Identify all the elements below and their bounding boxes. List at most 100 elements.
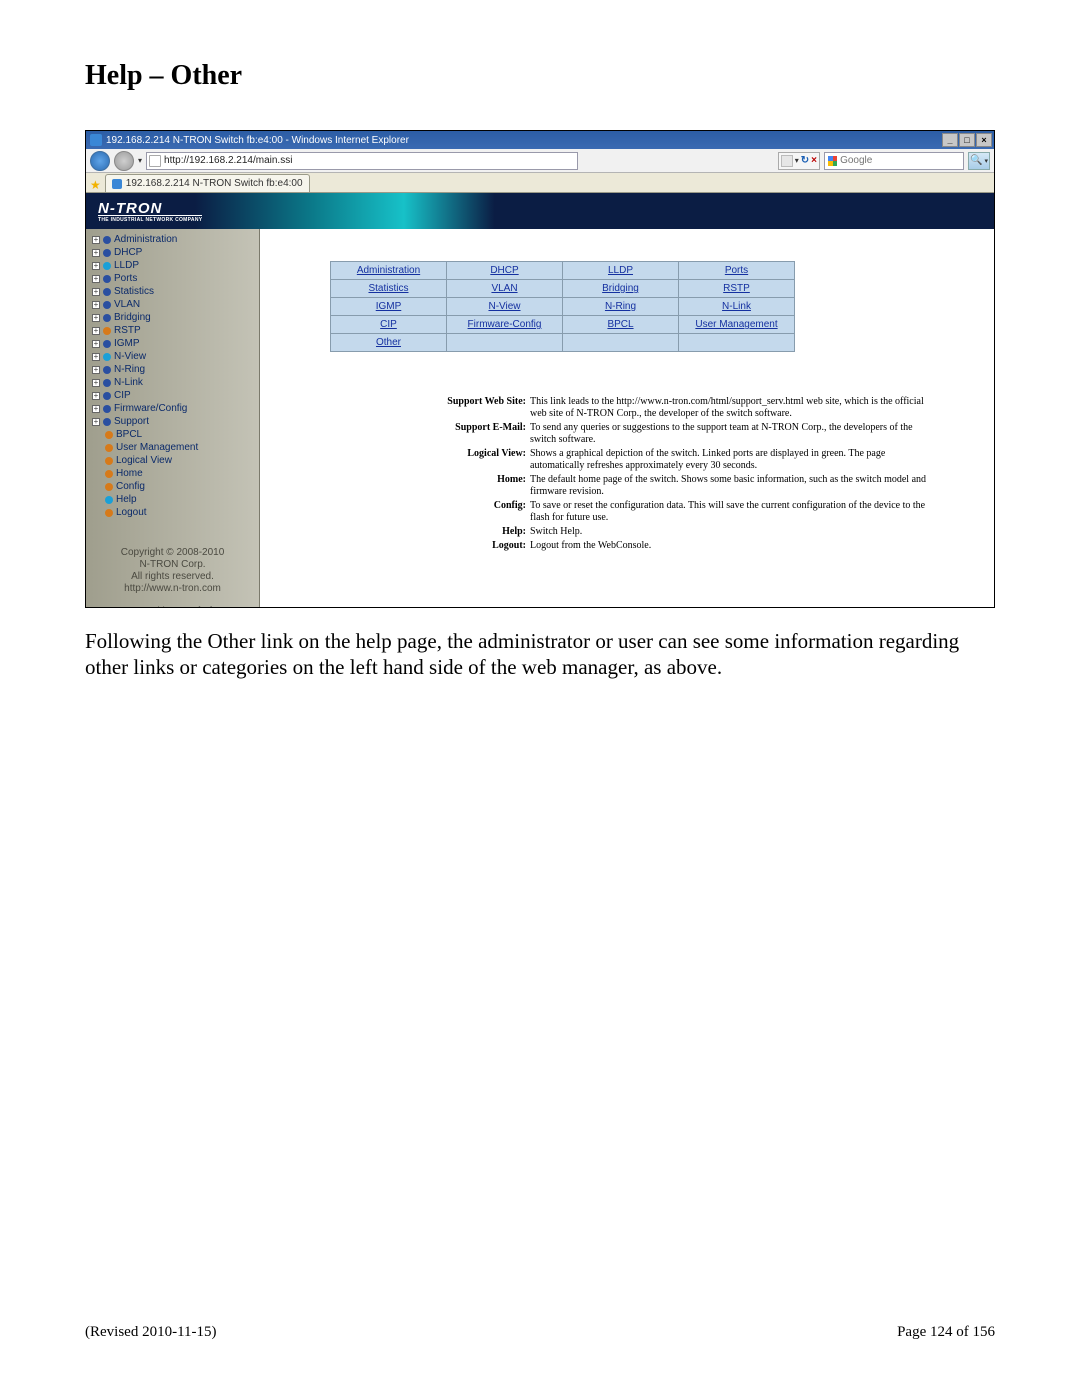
- page-icon: [149, 155, 161, 167]
- sidebar-item-n-ring[interactable]: + N-Ring: [92, 363, 253, 376]
- sidebar-item-rstp[interactable]: +RSTP: [92, 324, 253, 337]
- address-bar[interactable]: http://192.168.2.214/main.ssi: [146, 152, 578, 170]
- sidebar-item-bpcl[interactable]: BPCL: [92, 428, 253, 441]
- address-dropdown-icon[interactable]: ▾: [795, 156, 799, 165]
- expand-icon[interactable]: +: [92, 249, 100, 257]
- definition-term: Logout:: [430, 540, 530, 552]
- grid-link[interactable]: Firmware-Config: [468, 319, 542, 330]
- search-button[interactable]: 🔍 ▾: [968, 152, 990, 170]
- grid-link[interactable]: N-View: [488, 301, 520, 312]
- expand-icon[interactable]: +: [92, 288, 100, 296]
- grid-link[interactable]: IGMP: [376, 301, 402, 312]
- sidebar-item-logout[interactable]: Logout: [92, 506, 253, 519]
- grid-link[interactable]: Other: [376, 337, 401, 348]
- grid-link[interactable]: Ports: [725, 265, 748, 276]
- folder-icon: [103, 340, 111, 348]
- search-dropdown-icon[interactable]: ▾: [984, 157, 988, 165]
- search-input[interactable]: [840, 155, 960, 166]
- grid-link[interactable]: DHCP: [490, 265, 518, 276]
- sidebar-item-support[interactable]: +Support: [92, 415, 253, 428]
- sidebar-item-config[interactable]: Config: [92, 480, 253, 493]
- folder-icon: [105, 457, 113, 465]
- page-footer: (Revised 2010-11-15) Page 124 of 156: [85, 1324, 995, 1341]
- folder-icon: [103, 327, 111, 335]
- sidebar-item-cip[interactable]: + CIP: [92, 389, 253, 402]
- minimize-button[interactable]: _: [942, 133, 958, 147]
- grid-link[interactable]: Statistics: [368, 283, 408, 294]
- grid-link[interactable]: VLAN: [491, 283, 517, 294]
- sidebar-item-igmp[interactable]: + IGMP: [92, 337, 253, 350]
- content-pane: Administration DHCP LLDP Ports Statistic…: [260, 229, 994, 607]
- definition-desc: To send any queries or suggestions to th…: [530, 422, 930, 446]
- sidebar-item-label: VLAN: [114, 298, 140, 311]
- expand-icon[interactable]: +: [92, 405, 100, 413]
- definition-row: Logout:Logout from the WebConsole.: [430, 540, 930, 552]
- sidebar-item-label: N-Ring: [114, 363, 145, 376]
- sidebar-item-dhcp[interactable]: +DHCP: [92, 246, 253, 259]
- ie-titlebar: 192.168.2.214 N-TRON Switch fb:e4:00 - W…: [86, 131, 994, 149]
- favorites-icon[interactable]: ★: [90, 178, 101, 192]
- compat-icon[interactable]: [781, 155, 793, 167]
- nav-tree: +Administration+DHCP+LLDP+Ports+Statisti…: [92, 233, 253, 519]
- expand-icon[interactable]: +: [92, 236, 100, 244]
- ie-nav-bar: ▾ http://192.168.2.214/main.ssi ▾ ↻ × 🔍 …: [86, 149, 994, 173]
- stop-button[interactable]: ×: [811, 155, 817, 166]
- expand-icon[interactable]: +: [92, 392, 100, 400]
- grid-link[interactable]: CIP: [380, 319, 397, 330]
- browser-tab[interactable]: 192.168.2.214 N-TRON Switch fb:e4:00: [105, 174, 310, 192]
- sidebar-item-help[interactable]: Help: [92, 493, 253, 506]
- grid-link[interactable]: BPCL: [607, 319, 633, 330]
- sidebar-item-user-management[interactable]: User Management: [92, 441, 253, 454]
- expand-icon[interactable]: +: [92, 366, 100, 374]
- folder-icon: [105, 431, 113, 439]
- expand-icon[interactable]: +: [92, 353, 100, 361]
- grid-link[interactable]: LLDP: [608, 265, 633, 276]
- sidebar-item-label: IGMP: [114, 337, 140, 350]
- page-number: Page 124 of 156: [897, 1324, 995, 1341]
- expand-icon[interactable]: +: [92, 314, 100, 322]
- sidebar-item-label: CIP: [114, 389, 131, 402]
- sidebar-item-home[interactable]: Home: [92, 467, 253, 480]
- sidebar-item-ports[interactable]: + Ports: [92, 272, 253, 285]
- sidebar-item-bridging[interactable]: + Bridging: [92, 311, 253, 324]
- grid-link[interactable]: N-Link: [722, 301, 751, 312]
- sidebar-item-label: Bridging: [114, 311, 151, 324]
- folder-icon: [103, 275, 111, 283]
- sidebar-item-n-view[interactable]: +N-View: [92, 350, 253, 363]
- expand-icon[interactable]: +: [92, 340, 100, 348]
- search-box[interactable]: [824, 152, 964, 170]
- expand-icon[interactable]: +: [92, 418, 100, 426]
- grid-link[interactable]: User Management: [695, 319, 777, 330]
- grid-link[interactable]: Bridging: [602, 283, 639, 294]
- sidebar-item-n-link[interactable]: +N-Link: [92, 376, 253, 389]
- refresh-button[interactable]: ↻: [801, 155, 809, 166]
- forward-button[interactable]: [114, 151, 134, 171]
- definition-desc: Switch Help.: [530, 526, 582, 538]
- sidebar-item-label: Ports: [114, 272, 137, 285]
- sidebar-item-statistics[interactable]: +Statistics: [92, 285, 253, 298]
- folder-icon: [103, 418, 111, 426]
- maximize-button[interactable]: □: [959, 133, 975, 147]
- sidebar-item-vlan[interactable]: + VLAN: [92, 298, 253, 311]
- tabs-bar: ★ 192.168.2.214 N-TRON Switch fb:e4:00: [86, 173, 994, 193]
- navbar-dropdown-icon[interactable]: ▾: [138, 156, 142, 165]
- page-title: Help – Other: [85, 60, 995, 92]
- expand-icon[interactable]: +: [92, 379, 100, 387]
- grid-link[interactable]: RSTP: [723, 283, 750, 294]
- expand-icon[interactable]: +: [92, 301, 100, 309]
- expand-icon[interactable]: +: [92, 262, 100, 270]
- grid-empty: [563, 334, 679, 352]
- close-button[interactable]: ×: [976, 133, 992, 147]
- expand-icon[interactable]: +: [92, 275, 100, 283]
- grid-empty: [679, 334, 795, 352]
- expand-icon[interactable]: +: [92, 327, 100, 335]
- grid-link[interactable]: Administration: [357, 265, 420, 276]
- grid-link[interactable]: N-Ring: [605, 301, 636, 312]
- definition-row: Support Web Site:This link leads to the …: [430, 396, 930, 420]
- sidebar-item-lldp[interactable]: +LLDP: [92, 259, 253, 272]
- sidebar-item-firmware-config[interactable]: +Firmware/Config: [92, 402, 253, 415]
- back-button[interactable]: [90, 151, 110, 171]
- sidebar-item-administration[interactable]: +Administration: [92, 233, 253, 246]
- definition-term: Support Web Site:: [430, 396, 530, 420]
- sidebar-item-logical-view[interactable]: Logical View: [92, 454, 253, 467]
